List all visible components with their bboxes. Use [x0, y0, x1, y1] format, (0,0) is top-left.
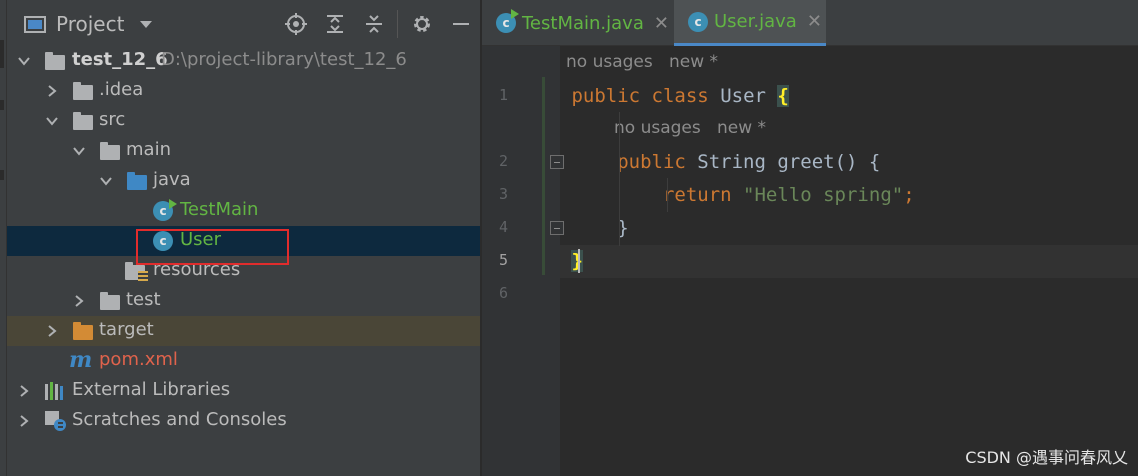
line-number: 1: [498, 86, 508, 104]
chevron-down-icon[interactable]: [99, 174, 113, 188]
code-line-current: }: [560, 245, 1138, 278]
tree-item-label: TestMain: [180, 199, 259, 220]
line-number: 5: [498, 251, 508, 269]
vcs-change-marker: [542, 77, 545, 275]
project-view-selector[interactable]: Project: [24, 9, 153, 39]
collapse-all-icon: [365, 15, 382, 33]
author-hint[interactable]: new *: [717, 118, 766, 138]
tree-item-external-libraries[interactable]: External Libraries: [7, 376, 480, 406]
panel-title: Project: [56, 12, 125, 36]
tree-item-label: pom.xml: [99, 349, 178, 370]
class-icon: c: [688, 11, 708, 32]
project-panel-header: Project: [7, 0, 480, 48]
tree-item-test-12-6[interactable]: test_12_6 D:\project-library\test_12_6: [7, 46, 480, 76]
line-number: 6: [498, 284, 508, 302]
tree-item-target[interactable]: target: [7, 316, 480, 346]
tree-item-src[interactable]: src: [7, 106, 480, 136]
tab-testmain-java[interactable]: c TestMain.java ✕: [482, 0, 670, 46]
indent-guide: [667, 178, 668, 212]
chevron-down-icon[interactable]: [72, 144, 86, 158]
tree-item-label: src: [99, 109, 126, 130]
chevron-down-icon[interactable]: [45, 114, 59, 128]
expand-all-icon: [326, 15, 343, 33]
excluded-folder-icon: [73, 322, 93, 340]
tree-item-label: target: [99, 319, 154, 340]
tree-item-label: java: [153, 169, 191, 190]
chevron-right-icon[interactable]: [45, 84, 59, 98]
gear-icon: [413, 16, 430, 32]
tree-item-testmain[interactable]: c TestMain: [7, 196, 480, 226]
chevron-down-icon[interactable]: [17, 54, 31, 68]
code-editor: c TestMain.java ✕ c User.java ✕ 1 2 3 4 …: [482, 0, 1138, 476]
run-marker-icon: [169, 199, 177, 209]
panel-toolbar: [276, 0, 480, 48]
tree-item-main[interactable]: main: [7, 136, 480, 166]
project-tool-window: Project test_12_6 D:\project-library\tes…: [0, 0, 480, 476]
line-number: 2: [498, 152, 508, 170]
line-number: 3: [498, 185, 508, 203]
red-highlight-box: [136, 229, 289, 265]
code-line: }: [617, 217, 629, 239]
code-vision-hint[interactable]: no usages new *: [566, 52, 718, 72]
tree-item-label: External Libraries: [72, 379, 231, 400]
code-line: return "Hello spring";: [662, 184, 915, 206]
maven-icon: m: [69, 347, 93, 373]
scratches-icon: [45, 411, 66, 431]
code-line: public String greet() {: [617, 151, 881, 173]
folder-icon: [100, 142, 120, 160]
folder-icon: [100, 292, 120, 310]
tab-label: TestMain.java: [522, 12, 644, 34]
chevron-right-icon[interactable]: [72, 294, 86, 308]
locate-file-button[interactable]: [276, 0, 315, 48]
tree-item-path: D:\project-library\test_12_6: [161, 49, 407, 70]
folder-icon: [73, 112, 93, 130]
close-icon[interactable]: ✕: [807, 11, 822, 32]
settings-button[interactable]: [402, 0, 441, 48]
usages-hint[interactable]: no usages: [614, 118, 701, 138]
libraries-icon: [45, 382, 63, 400]
tree-item-idea[interactable]: .idea: [7, 76, 480, 106]
runnable-class-icon: c: [496, 9, 519, 33]
tree-item-pom-xml[interactable]: m pom.xml: [7, 346, 480, 376]
folder-icon: [73, 82, 93, 100]
tree-item-test[interactable]: test: [7, 286, 480, 316]
close-icon[interactable]: ✕: [654, 13, 669, 34]
expand-all-button[interactable]: [315, 0, 354, 48]
tab-label: User.java: [714, 11, 797, 32]
code-vision-hint[interactable]: no usages new *: [614, 118, 766, 138]
line-number: 4: [498, 218, 508, 236]
tree-item-label: test: [126, 289, 161, 310]
chevron-down-icon: [140, 20, 153, 28]
locate-icon: [284, 13, 307, 35]
toolbar-separator: [397, 10, 398, 38]
tree-item-scratches-and-consoles[interactable]: Scratches and Consoles: [7, 406, 480, 436]
code-line: public class User {: [571, 85, 789, 107]
collapse-all-button[interactable]: [354, 0, 393, 48]
resources-marker-icon: [138, 271, 148, 283]
hide-panel-button[interactable]: [441, 0, 480, 48]
project-window-icon: [24, 15, 46, 33]
editor-gutter: 1 2 3 4 5 6: [482, 46, 564, 476]
chevron-right-icon[interactable]: [17, 414, 31, 428]
chevron-right-icon[interactable]: [45, 324, 59, 338]
author-hint[interactable]: new *: [669, 52, 718, 72]
source-folder-icon: [127, 172, 147, 190]
hide-icon: [452, 23, 469, 25]
text-caret: [578, 249, 580, 273]
module-folder-icon: [45, 52, 65, 70]
tree-item-java[interactable]: java: [7, 166, 480, 196]
watermark: CSDN @遇事问春风乂: [965, 448, 1128, 467]
chevron-right-icon[interactable]: [17, 384, 31, 398]
left-tool-strip: [0, 0, 7, 476]
indent-guide: [619, 112, 620, 246]
tree-item-label: .idea: [99, 79, 144, 100]
tab-user-java[interactable]: c User.java ✕: [674, 0, 826, 46]
usages-hint[interactable]: no usages: [566, 52, 653, 72]
tree-item-label: main: [126, 139, 171, 160]
editor-tab-bar: c TestMain.java ✕ c User.java ✕: [482, 0, 1138, 46]
code-area[interactable]: no usages new * public class User { no u…: [560, 46, 1138, 476]
tree-item-label: Scratches and Consoles: [72, 409, 287, 430]
tree-item-label: test_12_6: [72, 49, 168, 70]
